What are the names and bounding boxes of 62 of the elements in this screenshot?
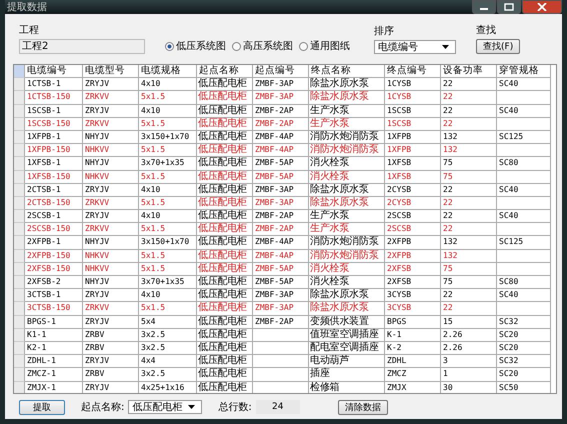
- dropdown-icon: [188, 405, 196, 409]
- table-cell: 低压配电柜: [197, 382, 253, 393]
- radio-label: 低压系统图: [176, 40, 226, 53]
- row-header[interactable]: [14, 144, 25, 158]
- row-header[interactable]: [14, 170, 25, 184]
- extract-button[interactable]: 提取: [19, 400, 65, 414]
- radio-indicator[interactable]: [299, 42, 308, 50]
- sort-label: 排序: [374, 26, 395, 38]
- row-header[interactable]: [14, 236, 25, 250]
- radio-indicator[interactable]: [232, 42, 241, 50]
- find-button[interactable]: 查找(F): [476, 39, 520, 54]
- maximize-icon: [504, 3, 514, 11]
- system-radio[interactable]: 高压系统图: [232, 39, 293, 53]
- project-label: 工程: [19, 25, 40, 37]
- row-header[interactable]: [14, 382, 25, 393]
- row-header[interactable]: [14, 342, 25, 356]
- row-header[interactable]: [14, 210, 25, 224]
- radio-indicator[interactable]: [165, 42, 174, 50]
- project-field[interactable]: 工程2: [19, 39, 145, 54]
- row-header[interactable]: [14, 289, 25, 302]
- total-field: 24: [256, 400, 300, 414]
- maximize-button[interactable]: [497, 0, 521, 14]
- origin-label: 起点名称:: [81, 400, 124, 414]
- system-radio[interactable]: 低压系统图: [165, 39, 226, 53]
- table-cell: ZMJX: [385, 382, 441, 393]
- table-cell: 检修箱: [309, 382, 385, 393]
- find-label: 查找: [476, 25, 497, 37]
- table-cell: ZMJX-1: [25, 382, 83, 393]
- total-label: 总行数:: [218, 400, 252, 414]
- row-header[interactable]: [14, 184, 25, 197]
- row-header[interactable]: [14, 196, 25, 210]
- row-header[interactable]: [14, 316, 25, 329]
- table-cell: 30: [441, 382, 497, 393]
- row-header[interactable]: [14, 355, 25, 368]
- window-title: 提取数据: [6, 1, 47, 14]
- row-header[interactable]: [14, 130, 25, 144]
- close-icon: [537, 3, 547, 11]
- close-button[interactable]: [522, 0, 562, 14]
- dropdown-icon: [442, 45, 449, 49]
- table-cell: 4x25+1x16: [139, 382, 197, 393]
- row-header[interactable]: [14, 104, 25, 118]
- row-header[interactable]: [14, 223, 25, 236]
- row-header[interactable]: [14, 250, 25, 263]
- clear-button[interactable]: 清除数据: [338, 400, 388, 414]
- minimize-button[interactable]: [472, 0, 496, 14]
- origin-dropdown[interactable]: 低压配电柜: [128, 400, 202, 414]
- row-header[interactable]: [14, 157, 25, 170]
- radio-label: 通用图纸: [310, 40, 350, 53]
- row-header[interactable]: [14, 118, 25, 131]
- table-cell: SC50: [497, 382, 551, 393]
- table-cell: ZRYJV: [83, 382, 139, 393]
- row-header[interactable]: [14, 302, 25, 316]
- row-header[interactable]: [14, 78, 25, 92]
- row-header: [14, 65, 25, 78]
- system-radio[interactable]: 通用图纸: [299, 39, 350, 53]
- row-header[interactable]: [14, 91, 25, 105]
- radio-label: 高压系统图: [243, 40, 293, 53]
- row-header[interactable]: [14, 368, 25, 382]
- row-header[interactable]: [14, 328, 25, 342]
- row-header[interactable]: [14, 262, 25, 276]
- row-header[interactable]: [14, 276, 25, 290]
- sort-dropdown[interactable]: 电缆编号: [374, 40, 456, 54]
